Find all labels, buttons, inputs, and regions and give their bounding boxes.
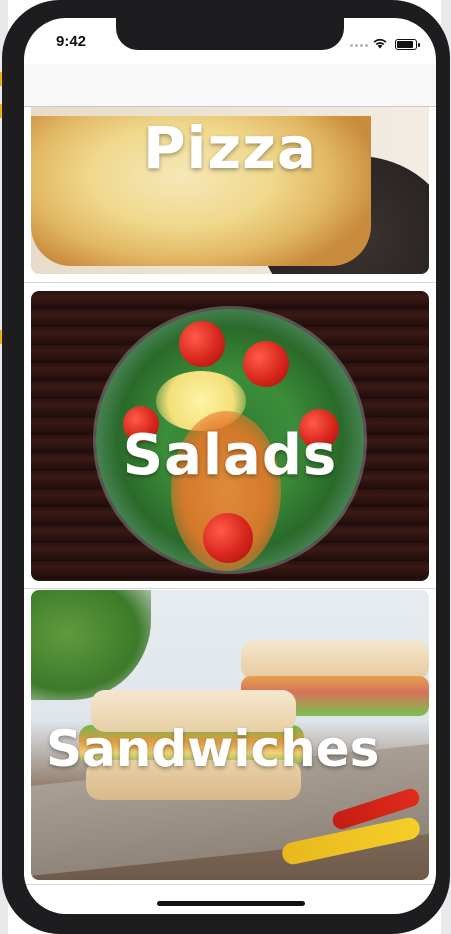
wifi-icon (373, 38, 387, 49)
sandwich-bun-image (241, 640, 429, 680)
signal-icon (350, 44, 368, 47)
tomato-image (203, 513, 253, 563)
bottom-separator (24, 884, 436, 885)
category-card-pizza[interactable]: Pizza (31, 106, 429, 274)
tomato-image (243, 341, 289, 387)
category-list[interactable]: Pizza Salads Sandwiches (24, 106, 436, 884)
greens-image (31, 590, 151, 700)
tomato-image (179, 321, 225, 367)
category-title: Sandwiches (46, 720, 380, 778)
row-separator (24, 282, 436, 283)
row-separator (24, 588, 436, 589)
notch (116, 18, 344, 50)
category-card-salads[interactable]: Salads (31, 291, 429, 581)
home-indicator[interactable] (157, 901, 305, 906)
navigation-bar (24, 64, 436, 107)
status-time: 9:42 (56, 33, 87, 50)
category-title: Salads (122, 423, 338, 488)
category-card-sandwiches[interactable]: Sandwiches (31, 590, 429, 880)
screen: 9:42 Pizza Salads Sandwiches (24, 18, 436, 914)
category-title: Pizza (142, 114, 318, 182)
phone-frame: 9:42 Pizza Salads Sandwiches (2, 0, 450, 934)
battery-icon (395, 39, 420, 50)
